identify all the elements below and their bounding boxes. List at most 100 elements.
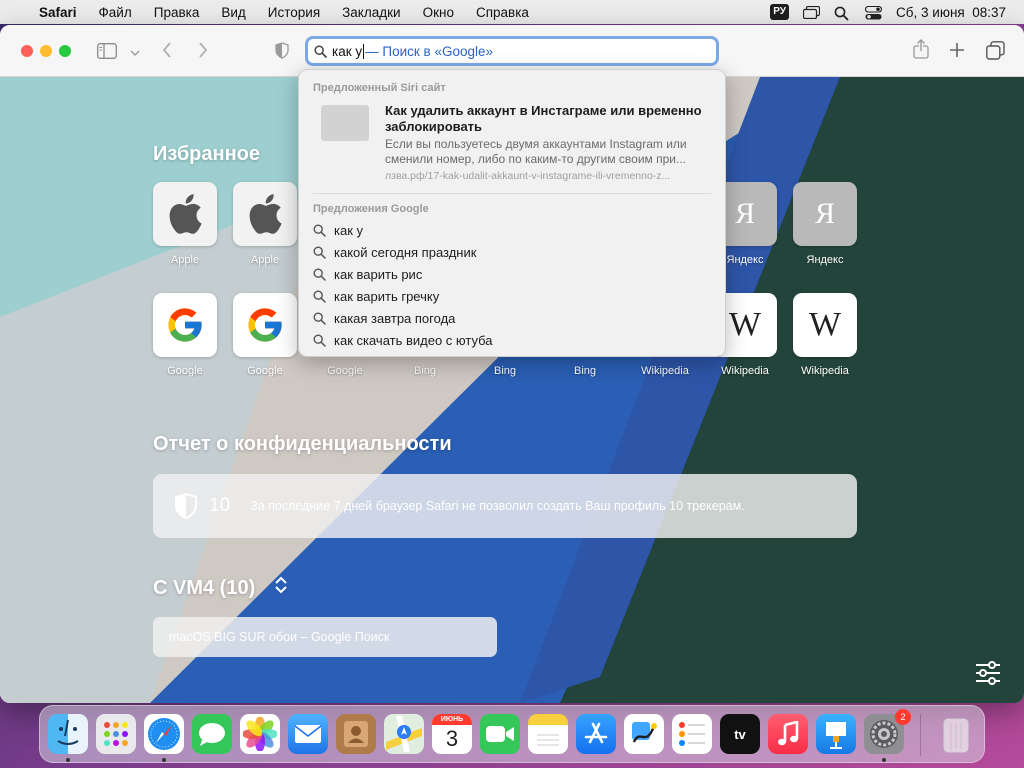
privacy-shield-icon xyxy=(175,493,197,519)
sidebar-toggle-icon[interactable] xyxy=(97,43,117,63)
control-center-icon[interactable] xyxy=(864,5,883,19)
search-suggestion[interactable]: как у xyxy=(313,219,363,241)
input-source-indicator[interactable]: РУ xyxy=(770,4,790,20)
search-suggestion[interactable]: как варить рис xyxy=(313,263,422,285)
zoom-window-button[interactable] xyxy=(59,45,71,57)
apple-tv-icon[interactable]: tv xyxy=(720,714,760,754)
maps-icon[interactable] xyxy=(384,714,424,754)
chevron-down-icon[interactable] xyxy=(130,45,140,61)
messages-icon[interactable] xyxy=(192,714,232,754)
mail-icon[interactable] xyxy=(288,714,328,754)
favorite-label: Wikipedia xyxy=(801,365,849,377)
menu-window[interactable]: Окно xyxy=(412,5,465,20)
reminders-icon[interactable] xyxy=(672,714,712,754)
search-suggestion[interactable]: какой сегодня праздник xyxy=(313,241,476,263)
favorite-apple-2[interactable]: Apple xyxy=(233,182,297,266)
search-suggestion[interactable]: как скачать видео с ютуба xyxy=(313,329,493,351)
menu-help[interactable]: Справка xyxy=(465,5,540,20)
favorite-wikipedia-3[interactable]: W Wikipedia xyxy=(793,293,857,377)
search-suggestion[interactable]: как варить гречку xyxy=(313,285,439,307)
tracker-count: 10 xyxy=(209,495,231,516)
favorite-apple-1[interactable]: Apple xyxy=(153,182,217,266)
favorite-google-2[interactable]: Google xyxy=(233,293,297,377)
new-tab-icon[interactable] xyxy=(949,42,965,62)
menu-file[interactable]: Файл xyxy=(88,5,143,20)
close-window-button[interactable] xyxy=(21,45,33,57)
system-settings-icon[interactable]: 2 xyxy=(864,709,911,754)
suggestion-text: какой сегодня праздник xyxy=(334,244,477,260)
back-icon[interactable] xyxy=(162,42,172,62)
suggestion-text: как у xyxy=(334,222,364,238)
trash-icon[interactable] xyxy=(936,714,976,754)
divider xyxy=(313,193,711,194)
favorite-label: Google xyxy=(327,365,363,377)
calendar-icon[interactable]: ИЮНЬ 3 xyxy=(432,714,472,754)
yandex-letter-icon: Я xyxy=(793,182,857,246)
suggestion-text: как скачать видео с ютуба xyxy=(334,332,493,348)
share-icon[interactable] xyxy=(913,39,929,63)
siri-site-title: Как удалить аккаунт в Инстаграме или вре… xyxy=(385,103,702,134)
address-bar-completion-hint: — Поиск в «Google» xyxy=(365,43,494,59)
running-indicator xyxy=(66,758,70,762)
menu-bar: Safari Файл Правка Вид История Закладки … xyxy=(0,0,1024,24)
favorite-label: Wikipedia xyxy=(641,365,689,377)
privacy-report-card[interactable]: 10 За последние 7 дней браузер Safari не… xyxy=(153,474,857,538)
wikipedia-w-icon: W xyxy=(793,293,857,357)
site-thumbnail xyxy=(321,105,369,141)
favorite-yandex-2[interactable]: Я Яндекс xyxy=(793,182,857,266)
favorite-label: Apple xyxy=(170,254,200,266)
favorite-google-1[interactable]: Google xyxy=(153,293,217,377)
address-bar[interactable]: как у — Поиск в «Google» xyxy=(305,36,719,66)
device-tab-item[interactable]: macOS BIG SUR обои – Google Поиск xyxy=(153,617,497,657)
launchpad-icon[interactable] xyxy=(96,714,136,754)
favorites-title: Избранное xyxy=(153,143,261,165)
calendar-day: 3 xyxy=(445,726,459,751)
search-icon xyxy=(314,44,327,58)
contacts-icon[interactable] xyxy=(336,714,376,754)
freeform-icon[interactable] xyxy=(624,714,664,754)
siri-site-url: лзва.рф/17-kak-udalit-akkaunt-v-instagra… xyxy=(385,170,671,182)
menu-view[interactable]: Вид xyxy=(210,5,256,20)
keynote-icon[interactable] xyxy=(816,714,856,754)
search-icon xyxy=(313,311,326,325)
window-switcher-icon[interactable] xyxy=(802,5,821,19)
favorite-label: Bing xyxy=(493,365,517,377)
notes-icon[interactable] xyxy=(528,714,568,754)
privacy-report-title: Отчет о конфиденциальности xyxy=(153,433,452,455)
start-page-settings-icon[interactable] xyxy=(974,661,1002,685)
facetime-icon[interactable] xyxy=(480,714,520,754)
music-icon[interactable] xyxy=(768,714,808,754)
favorite-label: Bing xyxy=(413,365,437,377)
app-store-icon[interactable] xyxy=(576,714,616,754)
photos-icon[interactable] xyxy=(240,714,280,754)
menu-app-safari[interactable]: Safari xyxy=(28,5,88,20)
google-g-icon xyxy=(153,293,217,357)
menu-history[interactable]: История xyxy=(257,5,331,20)
minimize-window-button[interactable] xyxy=(40,45,52,57)
menu-edit[interactable]: Правка xyxy=(143,5,211,20)
siri-suggestion-header: Предложенный Siri сайт xyxy=(313,82,446,94)
address-bar-suggestions: Предложенный Siri сайт Как удалить аккау… xyxy=(298,69,726,357)
favorite-label: Bing xyxy=(573,365,597,377)
tab-overview-icon[interactable] xyxy=(986,41,1005,64)
chevron-up-down-icon[interactable] xyxy=(274,576,288,597)
tv-label: tv xyxy=(734,726,746,742)
notification-badge: 2 xyxy=(895,709,911,725)
search-icon xyxy=(313,289,326,303)
spotlight-search-icon[interactable] xyxy=(834,6,851,20)
search-icon xyxy=(313,223,326,237)
suggestion-text: как варить рис xyxy=(334,266,423,282)
menu-bookmarks[interactable]: Закладки xyxy=(331,5,411,20)
favorite-label: Wikipedia xyxy=(721,365,769,377)
text-caret xyxy=(363,43,365,59)
device-tabs-title: С VM4 (10) xyxy=(153,577,256,599)
finder-icon[interactable] xyxy=(48,714,88,754)
menubar-clock[interactable]: Сб, 3 июня 08:37 xyxy=(896,5,1006,20)
privacy-shield-icon[interactable] xyxy=(275,42,289,63)
search-icon xyxy=(313,245,326,259)
forward-icon[interactable] xyxy=(198,42,208,62)
search-suggestion[interactable]: какая завтра погода xyxy=(313,307,455,329)
safari-icon[interactable] xyxy=(144,714,184,754)
dock-separator xyxy=(920,714,921,756)
dock: ИЮНЬ 3 tv 2 xyxy=(39,705,985,763)
